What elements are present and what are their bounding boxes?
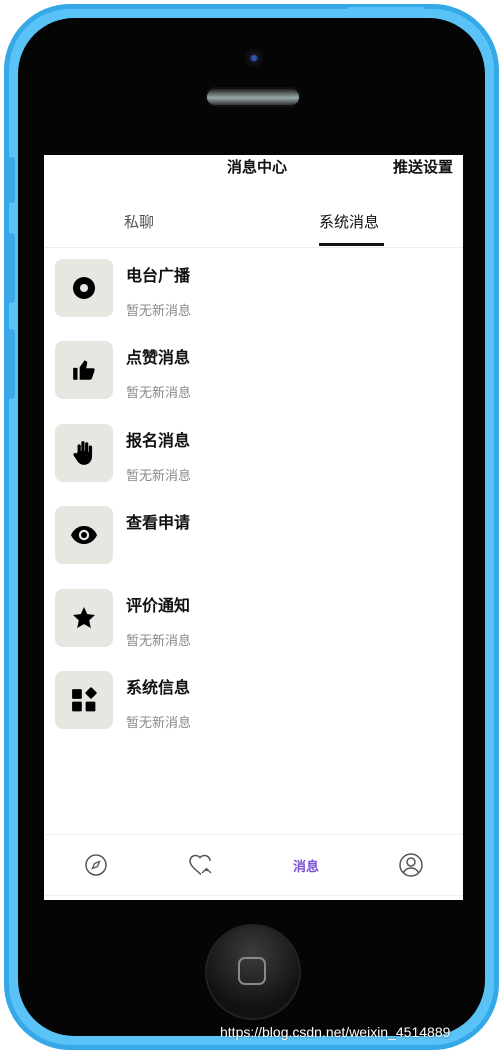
list-item-system-info[interactable]: 系统信息 暂无新消息 bbox=[44, 663, 463, 745]
message-list: 电台广播 暂无新消息 点赞消息 暂无新消息 报名消息 暂无新消息 查看申请 评价… bbox=[44, 251, 463, 745]
list-item-title: 评价通知 bbox=[126, 595, 191, 615]
tab-bar: 私聊 系统消息 bbox=[44, 203, 463, 248]
watermark: https://blog.csdn.net/weixin_4514889 bbox=[220, 1024, 451, 1040]
list-item-title: 查看申请 bbox=[126, 513, 191, 533]
list-item-subtitle: 暂无新消息 bbox=[126, 468, 192, 484]
nav-favorites[interactable] bbox=[149, 835, 253, 895]
list-item-likes[interactable]: 点赞消息 暂无新消息 bbox=[44, 333, 463, 415]
list-item-subtitle: 暂无新消息 bbox=[126, 386, 192, 402]
tab-system-messages[interactable]: 系统消息 bbox=[319, 211, 379, 232]
app-screen: 消息中心 推送设置 私聊 系统消息 电台广播 暂无新消息 点赞消息 暂无新消息 bbox=[44, 155, 463, 900]
list-item-subtitle: 暂无新消息 bbox=[126, 715, 192, 731]
tab-private-chat[interactable]: 私聊 bbox=[124, 211, 154, 232]
bottom-nav: 消息 bbox=[44, 834, 463, 896]
front-camera bbox=[245, 49, 263, 67]
star-icon bbox=[55, 588, 113, 647]
volume-down-button bbox=[7, 329, 15, 399]
user-icon bbox=[399, 853, 423, 877]
nav-profile[interactable] bbox=[359, 835, 463, 895]
active-tab-indicator bbox=[319, 243, 384, 246]
list-item-subtitle: 暂无新消息 bbox=[126, 633, 192, 649]
volume-up-button bbox=[7, 233, 15, 303]
thumbs-up-icon bbox=[55, 341, 113, 400]
list-item-title: 点赞消息 bbox=[126, 348, 191, 368]
nav-messages[interactable]: 消息 bbox=[254, 835, 358, 895]
nav-messages-label: 消息 bbox=[292, 859, 319, 875]
page-title: 消息中心 bbox=[227, 158, 288, 176]
heart-icon bbox=[189, 854, 212, 876]
list-item-title: 报名消息 bbox=[126, 430, 191, 450]
home-button[interactable] bbox=[207, 926, 299, 1018]
mute-switch bbox=[7, 157, 15, 203]
list-item-review-notices[interactable]: 评价通知 暂无新消息 bbox=[44, 581, 463, 663]
list-item-title: 系统信息 bbox=[126, 677, 191, 697]
list-item-radio-broadcast[interactable]: 电台广播 暂无新消息 bbox=[44, 251, 463, 333]
power-button bbox=[347, 7, 425, 13]
header: 消息中心 推送设置 bbox=[44, 155, 463, 187]
list-item-subtitle: 暂无新消息 bbox=[126, 304, 192, 319]
eye-icon bbox=[55, 506, 113, 565]
list-item-signups[interactable]: 报名消息 暂无新消息 bbox=[44, 416, 463, 498]
push-settings-button[interactable]: 推送设置 bbox=[393, 156, 453, 177]
list-item-title: 电台广播 bbox=[126, 266, 191, 285]
earpiece-speaker bbox=[207, 89, 299, 105]
apps-grid-icon bbox=[55, 670, 113, 729]
compass-icon bbox=[85, 854, 107, 876]
nav-discover[interactable] bbox=[44, 835, 148, 895]
hand-icon bbox=[55, 423, 113, 482]
radio-disc-icon bbox=[55, 259, 113, 317]
list-item-view-applications[interactable]: 查看申请 bbox=[44, 498, 463, 580]
